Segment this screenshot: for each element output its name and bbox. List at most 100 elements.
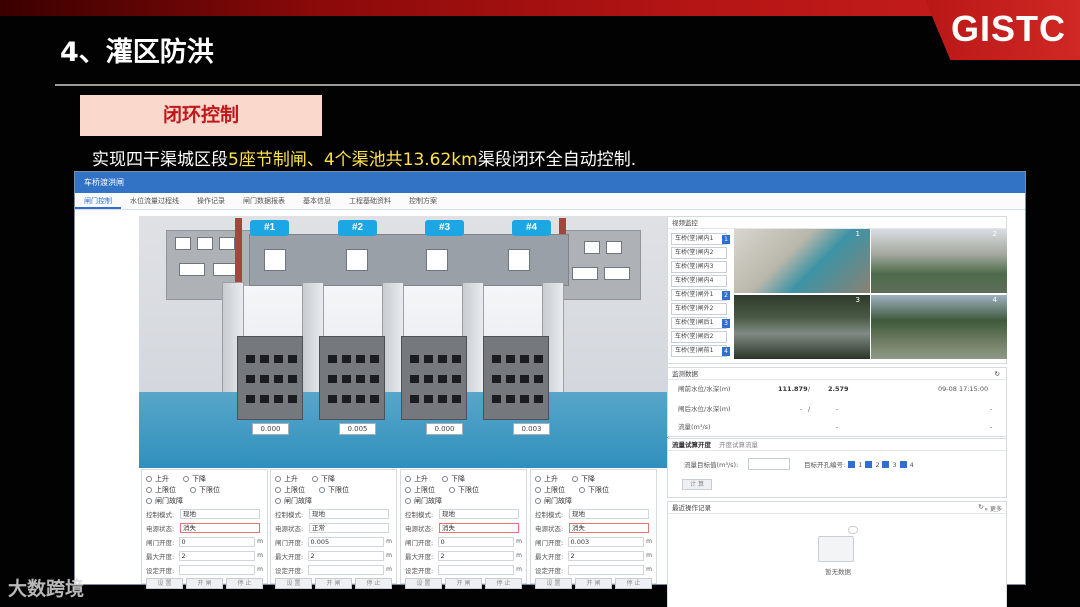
gate-opening-2: 0.005 [339,423,376,435]
gate-opening-cell [370,395,379,403]
camera-item[interactable]: 车桥(堂)闸内4 [671,275,727,287]
set-opening-input[interactable] [307,564,385,575]
down-radio[interactable] [442,475,448,482]
up-radio[interactable] [275,475,281,482]
video-tile-1[interactable]: 1 [734,229,870,293]
camera-item[interactable]: 车桥(堂)闸外2 [671,303,727,315]
gistc-logo: GISTC [950,8,1066,49]
gate-opening-cell [492,395,501,403]
app-tab-bar: 闸门控制 水位流量过程线 操作记录 闸门数据报表 基本信息 工程基础资料 控制方… [75,193,1025,210]
open-gate-button[interactable]: 开 闸 [315,578,352,589]
gate-checkbox-1[interactable] [848,461,856,468]
calculate-button[interactable]: 计 算 [682,479,712,490]
gate-badge-1: #1 [250,220,289,236]
gate-badge-4: #4 [512,220,551,236]
tab-water-level-flow[interactable]: 水位流量过程线 [121,193,188,209]
gate-opening-cell [246,395,255,403]
gate-opening-4: 0.003 [513,423,550,435]
control-mode-field: 现地 [569,508,649,519]
gate-checkbox-3[interactable] [882,461,890,468]
recent-ops-title: 最近操作记录 [668,502,1006,514]
flow-target-input[interactable] [748,458,790,470]
open-gate-button[interactable]: 开 闸 [186,578,223,589]
camera-item[interactable]: 车桥(堂)闸内1 1 [671,233,730,245]
set-button[interactable]: 设 置 [535,578,572,589]
tab-engineering-data[interactable]: 工程基础资料 [340,193,400,209]
set-opening-input[interactable] [178,564,256,575]
gate-2[interactable] [319,336,385,420]
camera-item[interactable]: 车桥(堂)闸内2 [671,247,727,259]
section-tag: 闭环控制 [80,95,322,136]
up-radio[interactable] [535,475,541,482]
chat-bubble-icon [848,526,858,534]
set-button[interactable]: 设 置 [146,578,183,589]
camera-item[interactable]: 车桥(堂)闸前1 4 [671,345,730,357]
camera-item[interactable]: 车桥(堂)闸外1 2 [671,289,730,301]
gate-opening-cell [246,355,255,363]
control-mode-field: 现地 [180,508,260,519]
refresh-icon[interactable]: ↻ [995,368,1000,380]
monitor-data-panel: 监测数据 ↻ 闸前水位/水深(m) 111.879 / 2.579 09-08 1… [667,367,1007,437]
gate-opening-cell [452,355,461,363]
upstream-depth-value: 2.579 [828,385,849,393]
gate-opening-cell [534,395,543,403]
stop-button[interactable]: 停 止 [485,578,522,589]
gate-checkbox-2[interactable] [865,461,873,468]
gate-opening-cell [370,375,379,383]
refresh-icon[interactable]: ↻ [978,503,984,511]
power-status-field: 正常 [309,522,389,533]
open-gate-button[interactable]: 开 闸 [445,578,482,589]
tab-control-plan[interactable]: 控制方案 [400,193,446,209]
more-link[interactable]: » 更多 [984,504,1002,513]
tab-opening-trial[interactable]: 开度试算流量 [719,441,758,449]
video-tile-4[interactable]: 4 [871,295,1007,359]
set-opening-input[interactable] [567,564,645,575]
stop-button[interactable]: 停 止 [355,578,392,589]
open-gate-button[interactable]: 开 闸 [575,578,612,589]
tab-operation-log[interactable]: 操作记录 [188,193,234,209]
max-opening-field: 2 [567,550,645,561]
gate-opening-cell [246,375,255,383]
stop-button[interactable]: 停 止 [226,578,263,589]
gate-opening-cell [342,395,351,403]
down-radio[interactable] [572,475,578,482]
set-button[interactable]: 设 置 [405,578,442,589]
max-opening-field: 2 [307,550,385,561]
up-radio[interactable] [405,475,411,482]
control-mode-field: 现地 [309,508,389,519]
gate-opening-cell [288,375,297,383]
empty-box-icon [818,536,854,562]
tab-flow-trial[interactable]: 流量试算开度 [672,441,711,449]
video-tile-3[interactable]: 3 [734,295,870,359]
lower-limit-indicator [190,486,196,493]
camera-item[interactable]: 车桥(堂)闸后1 3 [671,317,730,329]
camera-item[interactable]: 车桥(堂)闸后2 [671,331,727,343]
sluice-gate-3d-view: #1 #2 #3 #4 0.000 0.005 0.000 0.003 [139,216,668,468]
camera-item[interactable]: 车桥(堂)闸内3 [671,261,727,273]
gate-opening-cell [274,395,283,403]
gate-1[interactable] [237,336,303,420]
up-radio[interactable] [146,475,152,482]
gate-4[interactable] [483,336,549,420]
down-radio[interactable] [183,475,189,482]
gate-opening-cell [438,395,447,403]
gate-checkbox-4[interactable] [899,461,907,468]
set-opening-input[interactable] [437,564,515,575]
power-status-field: 消失 [569,522,649,533]
down-radio[interactable] [312,475,318,482]
title-divider [55,84,1080,86]
gate-opening-cell [452,375,461,383]
video-tile-2[interactable]: 2 [871,229,1007,293]
tab-gate-control[interactable]: 闸门控制 [75,193,121,209]
tab-gate-report[interactable]: 闸门数据报表 [234,193,294,209]
gate-3[interactable] [401,336,467,420]
lower-limit-indicator [579,486,585,493]
gate-opening-cell [356,355,365,363]
gate-opening-cell [274,375,283,383]
slide-subtitle: 实现四干渠城区段5座节制闸、4个渠池共13.62km渠段闭环全自动控制. [92,145,636,170]
stop-button[interactable]: 停 止 [615,578,652,589]
tab-basic-info[interactable]: 基本信息 [294,193,340,209]
set-button[interactable]: 设 置 [275,578,312,589]
downstream-level-row: 闸后水位/水深(m) [678,405,731,413]
upstream-level-value: 111.879 [778,385,808,393]
